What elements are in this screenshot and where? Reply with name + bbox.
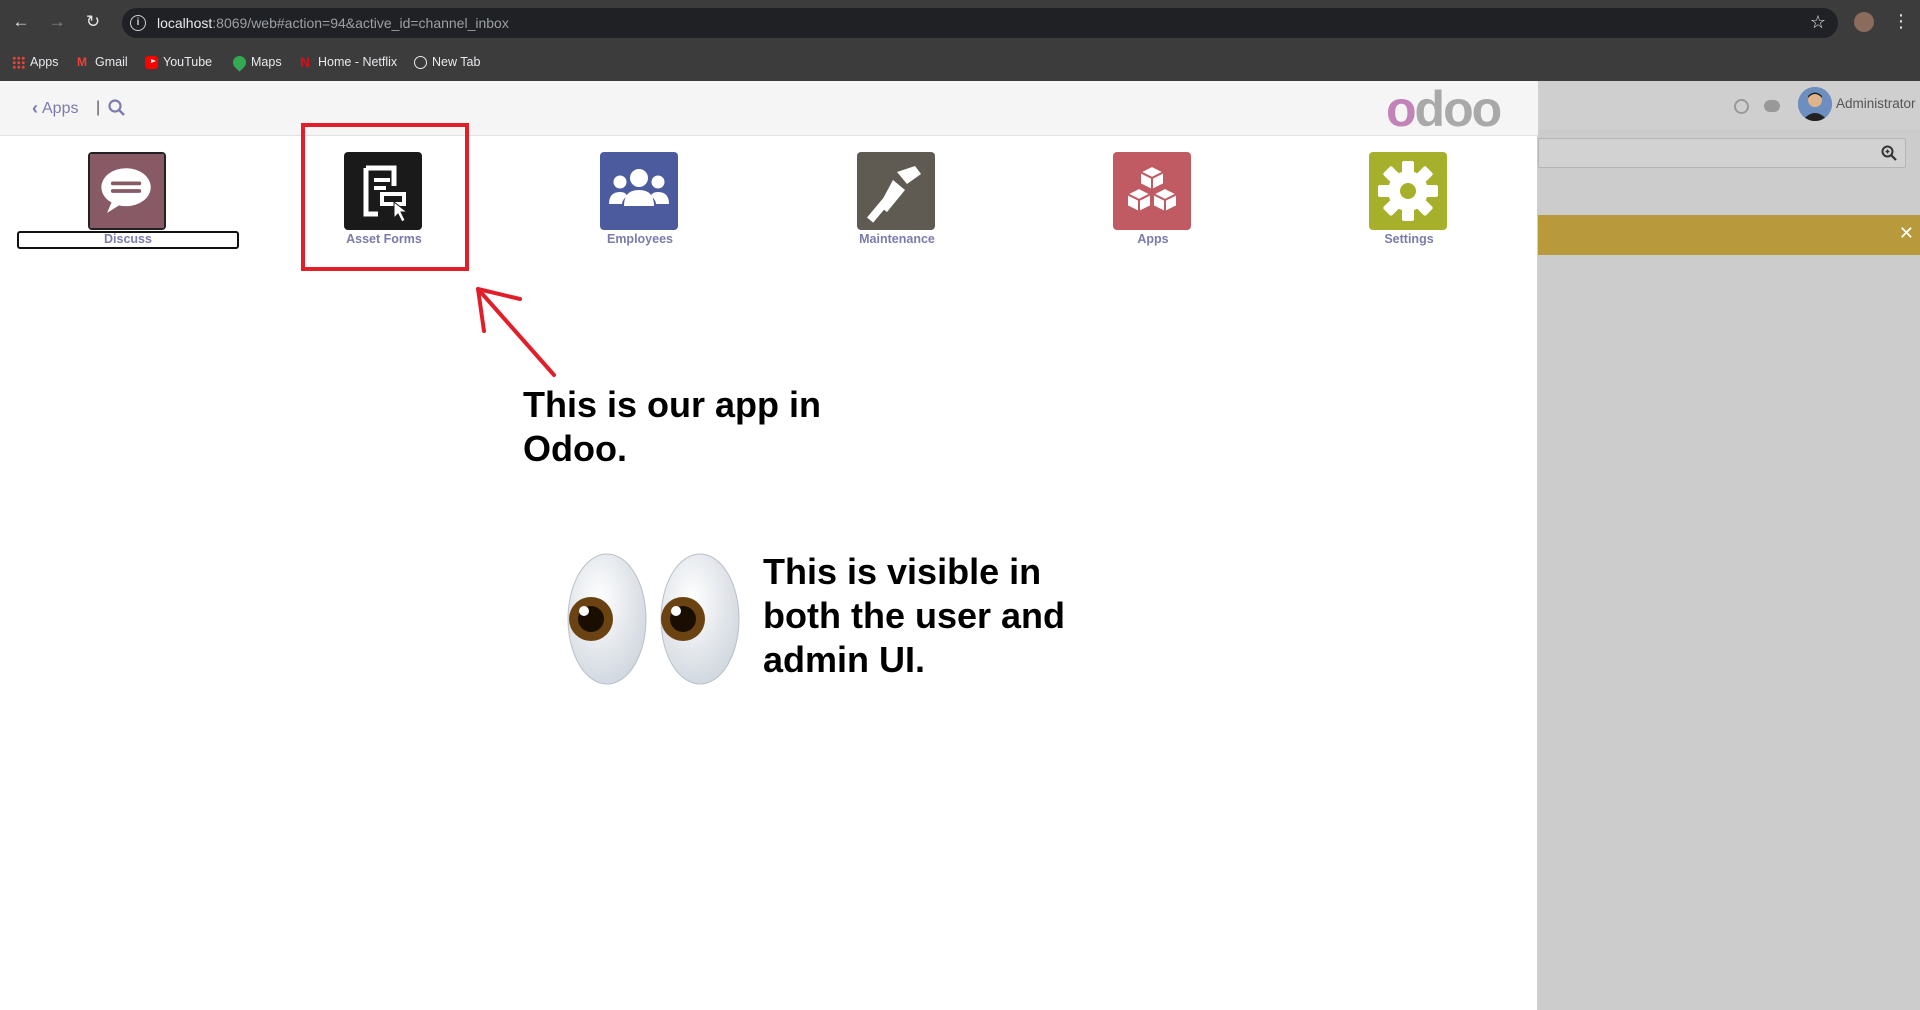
forward-arrow-icon[interactable]: → xyxy=(46,11,68,33)
site-info-icon[interactable]: i xyxy=(130,15,146,31)
profile-avatar[interactable] xyxy=(1854,12,1874,32)
reload-icon[interactable]: ↻ xyxy=(82,11,104,33)
app-label-settings[interactable]: Settings xyxy=(1329,232,1489,246)
hammer-icon xyxy=(857,152,935,230)
globe-icon xyxy=(414,55,427,69)
bookmarks-bar: Apps M Gmail YouTube Maps N Home - Netflix… xyxy=(0,45,1920,81)
search-icon[interactable] xyxy=(108,99,125,116)
cubes-icon xyxy=(1113,152,1191,230)
bookmark-netflix[interactable]: N Home - Netflix xyxy=(300,53,397,70)
browser-toolbar: ← → ↻ i localhost:8069/web#action=94&act… xyxy=(0,0,1920,45)
chevron-left-icon: ‹ xyxy=(32,98,38,118)
apps-grid-icon xyxy=(12,55,25,69)
bookmark-star-icon[interactable]: ☆ xyxy=(1810,12,1826,33)
app-tile-settings[interactable]: Settings xyxy=(1329,152,1489,252)
app-switcher-header: ‹ Apps | odoo xyxy=(0,81,1538,136)
chat-bubble-icon xyxy=(90,154,164,228)
app-tile-maintenance[interactable]: Maintenance xyxy=(817,152,977,252)
app-tile-employees[interactable]: Employees xyxy=(560,152,720,252)
app-icon-employees[interactable] xyxy=(600,152,678,230)
bookmark-gmail[interactable]: M Gmail xyxy=(77,55,128,69)
back-to-apps-button[interactable]: ‹ Apps xyxy=(32,98,78,119)
notification-banner: ✕ xyxy=(1538,215,1920,255)
bookmark-new-tab[interactable]: New Tab xyxy=(414,55,480,69)
close-icon[interactable]: ✕ xyxy=(1899,223,1914,244)
user-name[interactable]: Administrator xyxy=(1836,96,1916,111)
gear-icon xyxy=(1369,152,1447,230)
bookmark-maps[interactable]: Maps xyxy=(230,52,282,72)
app-switcher-panel: ‹ Apps | odoo Discuss Asset Forms Employ… xyxy=(0,81,1538,1010)
chat-icon[interactable] xyxy=(1764,100,1780,112)
search-icon[interactable] xyxy=(1881,145,1897,161)
eyes-emoji-icon xyxy=(567,553,740,685)
app-tile-apps[interactable]: Apps xyxy=(1073,152,1233,252)
app-label-apps[interactable]: Apps xyxy=(1073,232,1233,246)
browser-chrome: ← → ↻ i localhost:8069/web#action=94&act… xyxy=(0,0,1920,81)
back-arrow-icon[interactable]: ← xyxy=(10,11,32,33)
avatar[interactable] xyxy=(1798,87,1832,121)
maps-icon xyxy=(230,52,249,72)
youtube-icon xyxy=(145,55,158,69)
address-bar[interactable]: i localhost:8069/web#action=94&active_id… xyxy=(122,8,1838,38)
annotation-app-note: This is our app in Odoo. xyxy=(523,384,822,469)
url-text[interactable]: localhost:8069/web#action=94&active_id=c… xyxy=(157,15,509,31)
app-label-employees[interactable]: Employees xyxy=(560,232,720,246)
netflix-icon: N xyxy=(300,53,311,70)
app-icon-apps[interactable] xyxy=(1113,152,1191,230)
bookmark-apps[interactable]: Apps xyxy=(12,55,59,69)
app-icon-maintenance[interactable] xyxy=(857,152,935,230)
app-icon-discuss[interactable] xyxy=(88,152,166,230)
admin-search-input[interactable] xyxy=(1538,138,1906,168)
bookmark-youtube[interactable]: YouTube xyxy=(145,55,212,69)
app-label-maintenance[interactable]: Maintenance xyxy=(817,232,977,246)
annotation-visibility-note: This is visible in both the user and adm… xyxy=(763,551,1066,680)
admin-topbar: Administrator xyxy=(1538,81,1920,129)
header-separator: | xyxy=(96,99,101,116)
more-menu-icon[interactable]: ⋮ xyxy=(1892,10,1910,32)
admin-background: Administrator ✕ xyxy=(1538,81,1920,1010)
people-group-icon xyxy=(600,152,678,230)
odoo-logo: odoo xyxy=(1386,81,1502,137)
red-arrow-icon xyxy=(476,287,556,377)
app-icon-settings[interactable] xyxy=(1369,152,1447,230)
highlight-box xyxy=(301,123,469,271)
gmail-icon: M xyxy=(77,54,87,69)
keyboard-focus-ring xyxy=(17,231,239,249)
clock-icon[interactable] xyxy=(1734,99,1749,114)
